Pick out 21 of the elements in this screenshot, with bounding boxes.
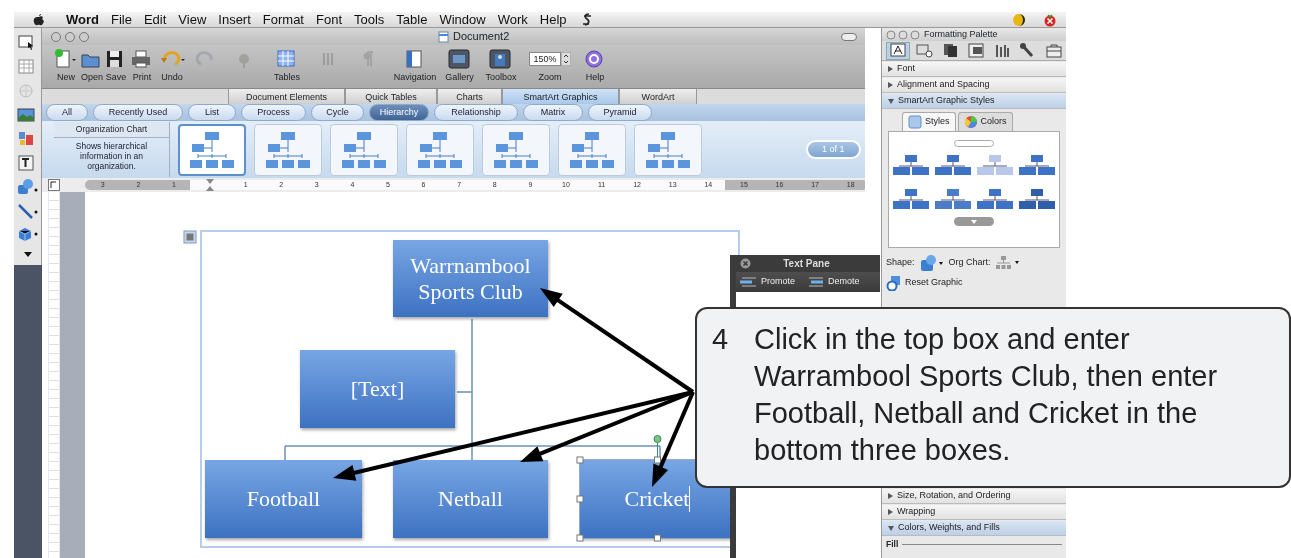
window-title: Document2 — [453, 29, 510, 45]
palette-title: Formatting Palette — [924, 27, 998, 41]
step-instruction: Click in the top box and enter Warrambool Sports Club, then enter Football, Netball and Cricket in the bottom three boxes. — [754, 322, 1219, 468]
toolbar-label: Gallery — [445, 72, 474, 82]
fill-label: Fill — [886, 538, 899, 551]
text-pane-title: Text Pane — [783, 257, 831, 271]
toolbar-label: Print — [132, 72, 152, 82]
layout-description: Shows hierarchical information in an organization. — [74, 139, 149, 173]
toolbar-label: New — [57, 72, 75, 82]
layout-title: Organization Chart — [54, 122, 169, 138]
shape-label: Shape: — [886, 256, 915, 270]
toolbar-label: Save — [105, 72, 127, 82]
toolbar-label: Navigation — [393, 72, 437, 82]
org-chart-label: Org Chart: — [948, 256, 991, 270]
toolbar-label: Toolbox — [485, 72, 517, 82]
toolbar-label: Tables — [274, 72, 300, 82]
toolbar-label: Open — [81, 72, 103, 82]
toolbar-label: Zoom — [538, 72, 562, 82]
step-number: 4 — [712, 322, 730, 357]
toolbar-label: Undo — [161, 72, 183, 82]
toolbar-label: Help — [585, 72, 605, 82]
